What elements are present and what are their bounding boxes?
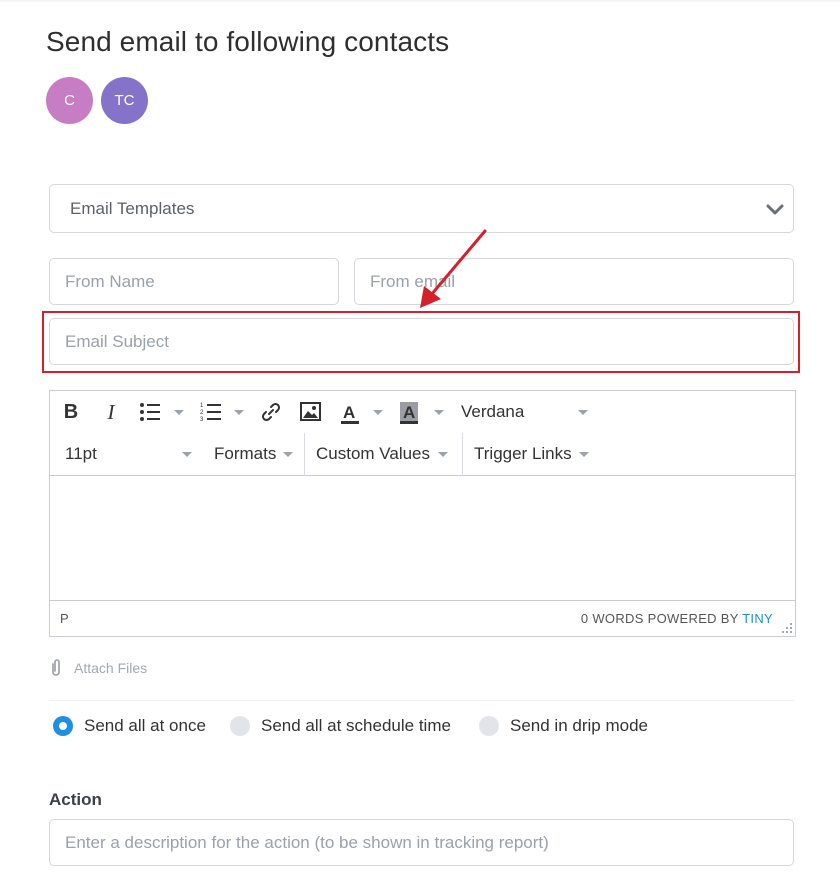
numbered-list-icon[interactable]: 1 2 3 — [200, 401, 222, 423]
send-at-schedule-option[interactable]: Send all at schedule time — [230, 716, 451, 736]
svg-text:2: 2 — [200, 410, 204, 416]
tiny-brand-link[interactable]: TINY — [742, 611, 773, 626]
rich-text-editor: B I 1 2 3 A A Verdana 11pt Formats Custo… — [49, 390, 796, 637]
background-color-dropdown-icon[interactable] — [434, 410, 444, 415]
action-description-placeholder: Enter a description for the action (to b… — [65, 832, 549, 852]
page-title: Send email to following contacts — [46, 26, 450, 57]
send-all-at-once-option[interactable]: Send all at once — [53, 716, 206, 736]
background-color-icon[interactable]: A — [398, 401, 420, 425]
section-divider — [49, 700, 794, 701]
top-divider — [0, 0, 840, 2]
editor-content-area[interactable] — [50, 477, 795, 601]
image-icon[interactable] — [300, 402, 321, 421]
from-name-field[interactable]: From Name — [49, 258, 339, 305]
bold-icon[interactable]: B — [60, 400, 82, 424]
bullet-list-icon[interactable] — [139, 401, 161, 423]
formats-dropdown-icon[interactable] — [283, 452, 293, 457]
custom-values-dropdown-icon[interactable] — [438, 452, 448, 457]
element-path[interactable]: P — [60, 611, 69, 626]
send-all-at-once-label: Send all at once — [84, 716, 206, 735]
radio-unselected-icon[interactable] — [230, 716, 250, 736]
link-icon[interactable] — [260, 401, 282, 423]
contact-avatar-c[interactable]: C — [46, 77, 93, 124]
font-family-select[interactable]: Verdana — [461, 402, 524, 422]
bullet-list-dropdown-icon[interactable] — [174, 410, 184, 415]
from-email-placeholder: From email — [370, 271, 456, 291]
email-subject-field[interactable]: Email Subject — [49, 318, 794, 365]
text-color-icon[interactable]: A — [339, 401, 361, 425]
toolbar-separator — [304, 433, 305, 476]
action-description-field[interactable]: Enter a description for the action (to b… — [49, 819, 794, 866]
numbered-list-dropdown-icon[interactable] — [234, 410, 244, 415]
send-in-drip-option[interactable]: Send in drip mode — [479, 716, 648, 736]
toolbar-separator — [462, 433, 463, 476]
text-color-dropdown-icon[interactable] — [373, 410, 383, 415]
font-family-dropdown-icon[interactable] — [578, 410, 588, 415]
editor-toolbar-row-1: B I 1 2 3 A A Verdana — [50, 391, 795, 433]
email-templates-value: Email Templates — [70, 198, 195, 218]
svg-text:1: 1 — [200, 403, 204, 409]
email-templates-select[interactable]: Email Templates — [49, 184, 794, 233]
editor-toolbar-row-2: 11pt Formats Custom Values Trigger Links — [50, 433, 795, 476]
font-size-dropdown-icon[interactable] — [182, 452, 192, 457]
italic-icon[interactable]: I — [100, 400, 122, 424]
word-count-text: 0 WORDS POWERED BY — [580, 611, 739, 626]
svg-text:3: 3 — [200, 417, 204, 423]
chevron-down-icon — [766, 204, 784, 215]
attach-files-label: Attach Files — [74, 660, 148, 676]
send-in-drip-label: Send in drip mode — [510, 716, 648, 735]
trigger-links-menu[interactable]: Trigger Links — [474, 444, 572, 464]
svg-text:A: A — [343, 403, 355, 422]
contact-avatar-tc[interactable]: TC — [101, 77, 148, 124]
editor-statusbar: P 0 WORDS POWERED BY TINY — [50, 600, 795, 636]
attach-files-link[interactable]: Attach Files — [49, 658, 147, 678]
radio-selected-icon[interactable] — [53, 716, 73, 736]
word-count: 0 WORDS POWERED BY TINY — [581, 611, 773, 626]
trigger-links-dropdown-icon[interactable] — [579, 452, 589, 457]
paperclip-icon — [52, 659, 60, 676]
svg-text:A: A — [403, 403, 415, 422]
radio-unselected-icon[interactable] — [479, 716, 499, 736]
send-at-schedule-label: Send all at schedule time — [261, 716, 451, 735]
font-size-select[interactable]: 11pt — [65, 444, 97, 464]
resize-handle-icon[interactable] — [782, 623, 792, 633]
formats-menu[interactable]: Formats — [214, 444, 276, 464]
action-label: Action — [49, 790, 102, 809]
from-email-field[interactable]: From email — [354, 258, 794, 305]
custom-values-menu[interactable]: Custom Values — [316, 444, 430, 464]
from-name-placeholder: From Name — [65, 271, 155, 291]
email-subject-placeholder: Email Subject — [65, 331, 169, 351]
